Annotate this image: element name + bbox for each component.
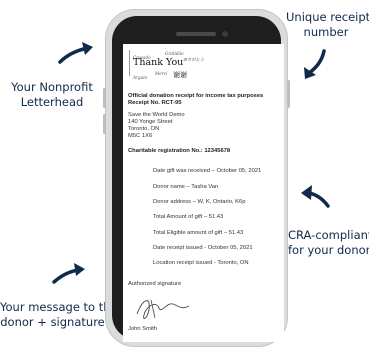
letterhead-thank-you: Thank You: [133, 57, 184, 68]
phone-frame: Cracado Gratidão Thank You Merci Argato …: [112, 16, 284, 342]
phone-side-button: [287, 80, 290, 108]
camera-icon: [222, 31, 228, 37]
receipt-item: Donor name – Tasha Van: [153, 184, 219, 190]
letterhead-word: Argato: [133, 75, 148, 80]
phone-side-button: [103, 88, 106, 108]
letterhead-word: Merci: [155, 71, 168, 76]
letterhead-word: ありがとう: [183, 57, 204, 62]
receipt-screen: Cracado Gratidão Thank You Merci Argato …: [123, 44, 284, 342]
callout-letterhead: Your Nonprofit Letterhead: [11, 80, 93, 109]
speaker-icon: [176, 32, 216, 36]
arrow-icon: [50, 258, 90, 286]
receipt-item: Location receipt issued - Toronto, ON: [153, 260, 249, 266]
callout-message-signature: Your message to the donor + signature: [0, 300, 118, 329]
receipt-item: Total Amount of gift – 51.43: [153, 214, 224, 220]
arrow-icon: [300, 48, 330, 82]
receipt-item: Total Eligible amount of gift – 51.43: [153, 230, 244, 236]
callout-receipt-number: Unique receipt number: [286, 10, 369, 39]
signer-name: John Smith: [128, 326, 157, 332]
phone-side-button: [103, 114, 106, 134]
org-line: M5C 1X6: [128, 133, 153, 139]
signature-icon: [133, 292, 193, 329]
arrow-icon: [298, 180, 332, 210]
arrow-icon: [56, 36, 98, 66]
letterhead-word: 谢谢: [173, 71, 187, 79]
letterhead-mark: [129, 50, 130, 76]
charity-registration: Charitable registration No.: 12345678: [128, 148, 231, 154]
authorized-signature-label: Authorized signature: [128, 281, 182, 287]
receipt-number: Receipt No. RCT-95: [128, 100, 182, 106]
receipt-item: Donor address – W, K, Ontario, K6p: [153, 199, 246, 205]
callout-cra-compliant: CRA-compliant for your donor: [288, 228, 369, 257]
receipt-item: Date receipt issued - October 05, 2021: [153, 245, 253, 251]
receipt-item: Date gift was received – October 05, 202…: [153, 168, 262, 174]
phone-mockup: Cracado Gratidão Thank You Merci Argato …: [103, 9, 290, 347]
